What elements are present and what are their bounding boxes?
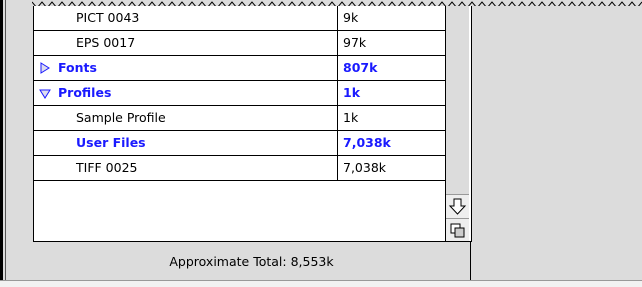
window-background bbox=[470, 6, 642, 280]
item-name: Fonts bbox=[58, 60, 97, 75]
file-list-table: PICT 0043 9k EPS 0017 97k Fonts 807k Profiles 1… bbox=[33, 6, 472, 242]
item-size: 1k bbox=[343, 110, 359, 125]
triangle-right-icon[interactable] bbox=[39, 62, 51, 74]
resize-handle[interactable] bbox=[446, 218, 469, 241]
item-name: TIFF 0025 bbox=[76, 160, 138, 175]
resize-icon bbox=[450, 223, 465, 238]
name-cell: EPS 0017 bbox=[34, 31, 338, 55]
size-cell: 9k bbox=[338, 6, 445, 30]
scroll-down-button[interactable] bbox=[446, 194, 469, 218]
item-name: EPS 0017 bbox=[76, 35, 136, 50]
name-cell: TIFF 0025 bbox=[34, 156, 338, 180]
name-cell: User Files bbox=[34, 131, 338, 155]
size-cell: 807k bbox=[338, 56, 445, 80]
table-row[interactable]: Fonts 807k bbox=[34, 56, 445, 81]
approximate-total: Approximate Total: 8,553k bbox=[169, 254, 334, 269]
table-row[interactable]: Profiles 1k bbox=[34, 81, 445, 106]
size-cell: 1k bbox=[338, 106, 445, 130]
item-size: 807k bbox=[343, 60, 378, 75]
name-cell: Fonts bbox=[34, 56, 338, 80]
table-row[interactable]: TIFF 0025 7,038k bbox=[34, 156, 445, 181]
item-name: User Files bbox=[76, 135, 146, 150]
table-row[interactable]: PICT 0043 9k bbox=[34, 6, 445, 31]
size-cell: 7,038k bbox=[338, 156, 445, 180]
table-row[interactable]: Sample Profile 1k bbox=[34, 106, 445, 131]
name-cell: Sample Profile bbox=[34, 106, 338, 130]
window-left-border bbox=[0, 0, 3, 286]
item-name: Sample Profile bbox=[76, 110, 166, 125]
item-size: 7,038k bbox=[343, 160, 387, 175]
name-cell: PICT 0043 bbox=[34, 6, 338, 30]
arrow-down-icon bbox=[448, 198, 467, 215]
size-cell: 97k bbox=[338, 31, 445, 55]
vertical-scrollbar[interactable] bbox=[445, 6, 469, 241]
window-inner-border bbox=[5, 0, 6, 286]
item-size: 1k bbox=[343, 85, 361, 100]
table-row[interactable]: EPS 0017 97k bbox=[34, 31, 445, 56]
item-size: 9k bbox=[343, 10, 359, 25]
table-row[interactable]: User Files 7,038k bbox=[34, 131, 445, 156]
size-cell: 1k bbox=[338, 81, 445, 105]
item-name: PICT 0043 bbox=[76, 10, 140, 25]
item-size: 7,038k bbox=[343, 135, 391, 150]
size-cell: 7,038k bbox=[338, 131, 445, 155]
triangle-down-icon[interactable] bbox=[39, 87, 51, 99]
item-name: Profiles bbox=[58, 85, 112, 100]
item-size: 97k bbox=[343, 35, 367, 50]
name-cell: Profiles bbox=[34, 81, 338, 105]
